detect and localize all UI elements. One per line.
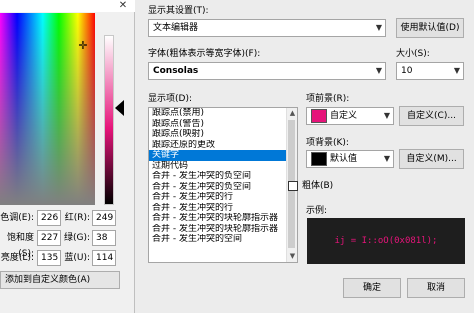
chevron-down-icon: ▼ (375, 23, 382, 32)
saturation-field[interactable]: 227 (37, 230, 61, 246)
background-label: 项背景(K): (306, 138, 349, 148)
list-item[interactable]: 合并 - 发生冲突的负空间 (149, 171, 297, 182)
show-settings-select[interactable]: 文本编辑器 ▼ (148, 19, 386, 37)
size-value: 10 (401, 66, 413, 76)
bold-checkbox[interactable] (288, 181, 298, 191)
blue-label: 蓝(U): (64, 253, 90, 263)
custom-background-button[interactable]: 自定义(M)... (399, 149, 464, 169)
foreground-swatch (311, 108, 327, 123)
chevron-down-icon: ▼ (383, 154, 390, 163)
scroll-up-icon[interactable]: ▲ (287, 108, 298, 119)
list-item[interactable]: 合并 - 发生冲突的行 (149, 192, 297, 203)
luminance-slider[interactable] (104, 35, 114, 205)
sample-preview: ij = I::oO(0x081l); (307, 218, 465, 264)
background-swatch (311, 151, 327, 166)
luminance-field[interactable]: 135 (37, 250, 61, 266)
size-select[interactable]: 10 ▼ (396, 62, 464, 80)
chevron-down-icon: ▼ (453, 66, 460, 75)
display-items-label: 显示项(D): (148, 94, 192, 104)
scroll-down-icon[interactable]: ▼ (287, 251, 298, 262)
show-settings-label: 显示其设置(T): (148, 6, 209, 16)
color-picker-dialog: ✕ ✛ 色调(E): 226 红(R): 249 饱和度(S): 227 绿(G… (0, 0, 135, 313)
luminance-arrow-icon[interactable] (115, 100, 124, 116)
cancel-button[interactable]: 取消 (407, 278, 465, 298)
list-item[interactable]: 跟踪点(映射) (149, 129, 297, 140)
list-item[interactable]: 跟踪点(禁用) (149, 108, 297, 119)
add-to-custom-colors-button[interactable]: 添加到自定义颜色(A) (0, 271, 120, 289)
list-item[interactable]: 跟踪点(警告) (149, 119, 297, 130)
font-value: Consolas (153, 66, 199, 76)
background-select[interactable]: 默认值 ▼ (306, 150, 394, 168)
foreground-label: 项前景(R): (306, 94, 350, 104)
list-item[interactable]: 合并 - 发生冲突的行 (149, 203, 297, 214)
list-item-selected[interactable]: 关键字 (149, 150, 297, 161)
list-item[interactable]: 过期代码 (149, 161, 297, 172)
green-label: 绿(G): (63, 233, 90, 243)
list-item[interactable]: 合并 - 发生冲突的块轮廓指示器 (149, 213, 297, 224)
luminance-label: 亮度(L): (0, 253, 34, 263)
blue-field[interactable]: 114 (92, 250, 116, 266)
size-label: 大小(S): (396, 49, 430, 59)
chevron-down-icon: ▼ (375, 66, 382, 75)
red-label: 红(R): (64, 213, 90, 223)
font-select[interactable]: Consolas ▼ (148, 62, 386, 80)
foreground-select[interactable]: 自定义 ▼ (306, 107, 394, 125)
red-field[interactable]: 249 (92, 210, 116, 226)
bold-label: 粗体(B) (302, 181, 334, 191)
chevron-down-icon: ▼ (383, 111, 390, 120)
hue-label: 色调(E): (0, 213, 34, 223)
foreground-value: 自定义 (330, 111, 358, 121)
use-default-button[interactable]: 使用默认值(D) (396, 18, 464, 38)
font-label: 字体(粗体表示等宽字体)(F): (148, 49, 261, 59)
list-item[interactable]: 合并 - 发生冲突的空间 (149, 234, 297, 245)
show-settings-value: 文本编辑器 (153, 23, 199, 33)
sample-label: 示例: (306, 206, 328, 216)
list-item[interactable]: 合并 - 发生冲突的块轮廓指示器 (149, 224, 297, 235)
background-value: 默认值 (330, 154, 358, 164)
hue-field[interactable]: 226 (37, 210, 61, 226)
close-icon[interactable]: ✕ (112, 0, 134, 12)
ok-button[interactable]: 确定 (343, 278, 401, 298)
crosshair-icon: ✛ (78, 39, 88, 52)
list-item[interactable]: 合并 - 发生冲突的负空间 (149, 182, 297, 193)
list-item[interactable]: 跟踪还原的更改 (149, 140, 297, 151)
custom-foreground-button[interactable]: 自定义(C)... (399, 106, 464, 126)
green-field[interactable]: 38 (92, 230, 116, 246)
display-items-list[interactable]: 跟踪点(禁用) 跟踪点(警告) 跟踪点(映射) 跟踪还原的更改 关键字 过期代码… (148, 107, 298, 263)
